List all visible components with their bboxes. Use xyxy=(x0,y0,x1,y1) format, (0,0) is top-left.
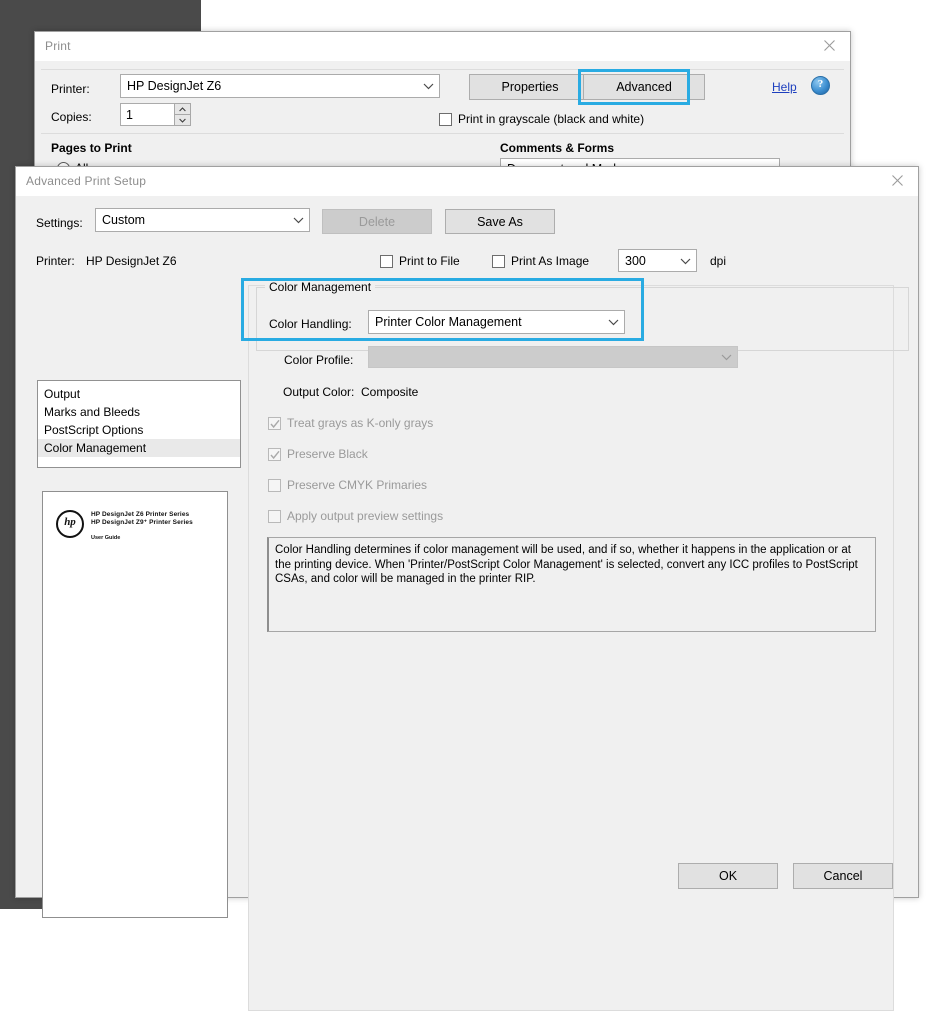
chevron-down-icon xyxy=(604,311,623,333)
checkbox-box xyxy=(439,112,452,126)
color-profile-label: Color Profile: xyxy=(284,353,354,367)
close-icon xyxy=(892,175,903,186)
save-as-settings-button[interactable]: Save As xyxy=(445,209,555,234)
advanced-printer-value: HP DesignJet Z6 xyxy=(86,254,177,268)
preserve-black-checkbox[interactable]: Preserve Black xyxy=(268,447,368,461)
chevron-down-icon xyxy=(289,209,308,231)
print-to-file-checkbox[interactable]: Print to File xyxy=(380,254,460,268)
apply-output-preview-label: Apply output preview settings xyxy=(287,509,444,523)
checkmark-icon xyxy=(270,419,280,428)
preserve-cmyk-primaries-checkbox[interactable]: Preserve CMYK Primaries xyxy=(268,478,427,492)
close-icon xyxy=(824,40,835,51)
print-to-file-label: Print to File xyxy=(399,254,460,268)
output-color-value: Composite xyxy=(361,385,419,399)
settings-select-value: Custom xyxy=(102,213,146,227)
preserve-black-label: Preserve Black xyxy=(287,447,368,461)
stepper-down[interactable] xyxy=(174,114,191,126)
preview-line-3: User Guide xyxy=(91,535,121,541)
preserve-cmyk-primaries-label: Preserve CMYK Primaries xyxy=(287,478,428,492)
list-item-color-management[interactable]: Color Management xyxy=(38,439,240,457)
list-item-postscript-options[interactable]: PostScript Options xyxy=(38,421,240,439)
checkbox-box xyxy=(492,254,505,268)
properties-button[interactable]: Properties xyxy=(469,74,591,100)
checkbox-box xyxy=(268,509,281,523)
question-mark-icon[interactable]: ? xyxy=(811,76,830,95)
print-dialog-close-button[interactable] xyxy=(810,32,850,59)
copies-label: Copies: xyxy=(51,110,92,124)
chevron-down-icon xyxy=(419,75,438,97)
apply-output-preview-checkbox[interactable]: Apply output preview settings xyxy=(268,509,443,523)
print-grayscale-checkbox[interactable]: Print in grayscale (black and white) xyxy=(439,112,644,126)
print-as-image-checkbox[interactable]: Print As Image xyxy=(492,254,589,268)
color-handling-value: Printer Color Management xyxy=(375,315,522,329)
printer-label: Printer: xyxy=(51,82,90,96)
preview-content: hp HP DesignJet Z6 Printer Series HP Des… xyxy=(56,510,193,541)
color-handling-select[interactable]: Printer Color Management xyxy=(368,310,625,334)
preview-line-1: HP DesignJet Z6 Printer Series xyxy=(91,511,190,518)
checkmark-icon xyxy=(270,450,280,459)
checkbox-box xyxy=(268,447,281,461)
checkbox-box xyxy=(268,416,281,430)
print-dialog-titlebar: Print xyxy=(35,32,850,61)
chevron-down-icon xyxy=(179,118,186,123)
stepper-up[interactable] xyxy=(174,103,191,115)
advanced-dialog-title: Advanced Print Setup xyxy=(26,174,147,188)
print-dialog: Print Printer: HP DesignJet Z6 Propertie… xyxy=(34,31,851,180)
divider xyxy=(41,69,844,70)
print-dialog-title: Print xyxy=(45,39,71,53)
advanced-dialog-close-button[interactable] xyxy=(878,167,918,194)
copies-stepper[interactable] xyxy=(174,103,191,126)
preview-text-block: HP DesignJet Z6 Printer Series HP Design… xyxy=(91,510,193,541)
category-listbox[interactable]: Output Marks and Bleeds PostScript Optio… xyxy=(37,380,241,468)
printer-select[interactable]: HP DesignJet Z6 xyxy=(120,74,440,98)
list-item-output[interactable]: Output xyxy=(38,385,240,403)
chevron-down-icon xyxy=(717,347,736,367)
hp-logo-icon: hp xyxy=(56,510,84,538)
checkbox-box xyxy=(268,478,281,492)
printer-select-value: HP DesignJet Z6 xyxy=(127,79,222,93)
print-as-image-label: Print As Image xyxy=(511,254,590,268)
color-profile-select[interactable] xyxy=(368,346,738,368)
advanced-button[interactable]: Advanced xyxy=(583,74,705,100)
help-link[interactable]: Help xyxy=(772,80,797,94)
comments-forms-heading: Comments & Forms xyxy=(500,141,615,155)
list-item-marks-and-bleeds[interactable]: Marks and Bleeds xyxy=(38,403,240,421)
settings-label: Settings: xyxy=(36,216,83,230)
checkbox-box xyxy=(380,254,393,268)
chevron-up-icon xyxy=(179,106,186,112)
cancel-button[interactable]: Cancel xyxy=(793,863,893,889)
preview-line-2: HP DesignJet Z9⁺ Printer Series xyxy=(91,519,193,526)
advanced-dialog-titlebar: Advanced Print Setup xyxy=(16,167,918,196)
chevron-down-icon xyxy=(676,250,695,271)
divider xyxy=(41,133,844,134)
delete-settings-button[interactable]: Delete xyxy=(322,209,432,234)
ok-button[interactable]: OK xyxy=(678,863,778,889)
pages-to-print-heading: Pages to Print xyxy=(51,141,132,155)
print-preview-thumbnail: hp HP DesignJet Z6 Printer Series HP Des… xyxy=(42,491,228,918)
advanced-printer-label: Printer: xyxy=(36,254,75,268)
copies-input[interactable]: 1 xyxy=(120,103,175,126)
print-grayscale-label: Print in grayscale (black and white) xyxy=(458,112,645,126)
treat-grays-k-only-label: Treat grays as K-only grays xyxy=(287,416,434,430)
advanced-print-setup-dialog: Advanced Print Setup Settings: Custom De… xyxy=(15,166,919,1011)
color-handling-description: Color Handling determines if color manag… xyxy=(267,537,876,632)
treat-grays-k-only-checkbox[interactable]: Treat grays as K-only grays xyxy=(268,416,433,430)
dpi-select[interactable]: 300 xyxy=(618,249,697,272)
color-management-group-title: Color Management xyxy=(265,280,376,294)
color-handling-label: Color Handling: xyxy=(269,317,352,331)
settings-select[interactable]: Custom xyxy=(95,208,310,232)
output-color-label: Output Color: xyxy=(283,385,355,399)
dpi-select-value: 300 xyxy=(625,253,646,268)
dpi-unit-label: dpi xyxy=(710,254,727,268)
